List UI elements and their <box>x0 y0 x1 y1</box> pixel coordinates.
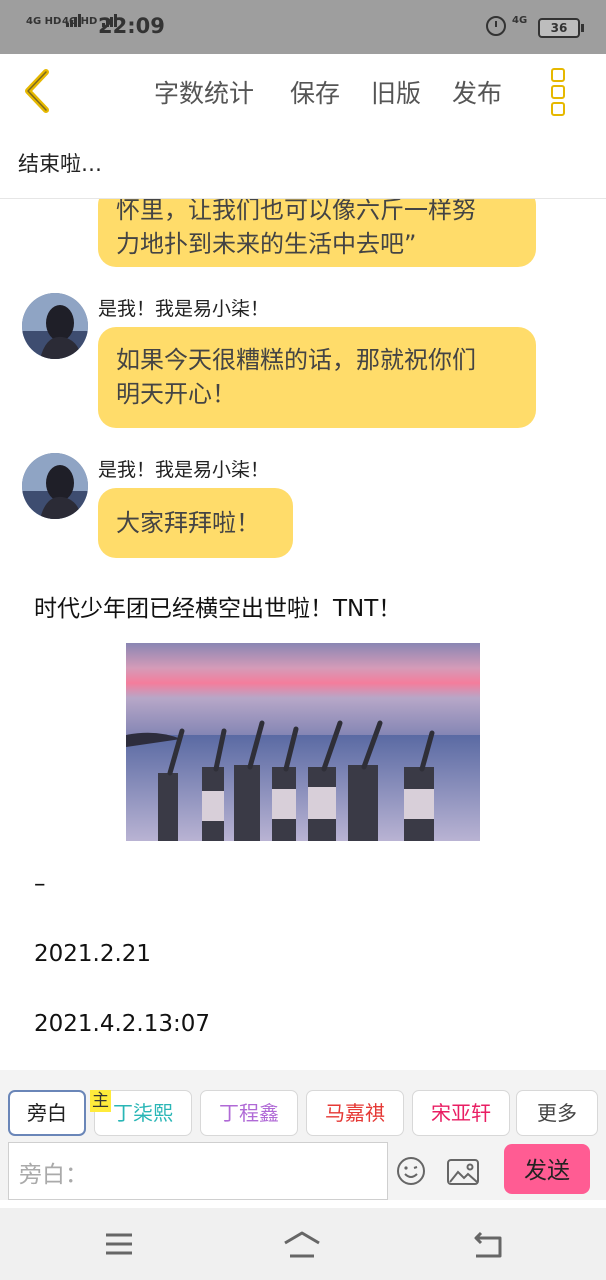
message-text: 大家拜拜啦！ <box>116 509 260 537</box>
role-chip[interactable]: 丁程鑫 <box>200 1090 298 1136</box>
message-text: 明天开心！ <box>116 380 236 408</box>
story-content[interactable]: 怀里，让我们也可以像六斤一样努 力地扑到未来的生活中去吧” 是我！我是易小柒！ … <box>0 199 606 1070</box>
role-label: 宋亚轩 <box>431 1101 491 1125</box>
menu-glyph <box>106 1233 132 1255</box>
message-text: 力地扑到未来的生活中去吧” <box>116 230 417 258</box>
message-bubble[interactable]: 大家拜拜啦！ <box>98 488 293 558</box>
message-bubble[interactable]: 如果今天很糟糕的话，那就祝你们 明天开心！ <box>98 327 536 428</box>
signal-label: 4G HD <box>62 16 98 27</box>
old-version-button[interactable]: 旧版 <box>371 74 421 110</box>
role-label: 丁柒熙 <box>113 1101 173 1125</box>
date-text: 2021.2.21 <box>34 941 152 967</box>
message-bubble[interactable]: 怀里，让我们也可以像六斤一样努 力地扑到未来的生活中去吧” <box>98 199 536 267</box>
group-photo-image <box>126 643 480 841</box>
more-menu-icon[interactable] <box>548 68 568 116</box>
back-nav-icon[interactable] <box>468 1230 508 1260</box>
avatar[interactable] <box>22 293 88 359</box>
timestamp-text: 2021.4.2.13:07 <box>34 1011 211 1037</box>
status-bar: 4G HD 4G HD 22:09 4G 36 <box>0 0 606 54</box>
speaker-name: 是我！我是易小柒！ <box>98 459 270 481</box>
back-glyph <box>474 1231 502 1258</box>
role-chip[interactable]: 马嘉祺 <box>306 1090 404 1136</box>
role-label: 马嘉祺 <box>325 1101 385 1125</box>
input-placeholder: 旁白： <box>19 1162 88 1188</box>
role-chip-narrator[interactable]: 旁白 <box>8 1090 86 1136</box>
main-role-badge: 主 <box>90 1090 111 1112</box>
more-roles-button[interactable]: 更多 <box>516 1090 598 1136</box>
alarm-icon <box>486 16 506 36</box>
avatar[interactable] <box>22 453 88 519</box>
group-photo[interactable] <box>126 643 480 841</box>
narration-text: 时代少年团已经横空出世啦！TNT！ <box>34 596 402 622</box>
signal-label: 4G HD <box>26 16 62 27</box>
dash-text: – <box>34 871 46 897</box>
system-nav-bar <box>0 1208 606 1280</box>
role-label: 旁白 <box>27 1101 67 1125</box>
chapter-title: 结束啦… <box>18 152 102 176</box>
editor-toolbar: 字数统计 保存 旧版 发布 <box>0 54 606 128</box>
battery-icon: 36 <box>538 18 584 38</box>
home-icon[interactable] <box>282 1230 322 1260</box>
speaker-name: 是我！我是易小柒！ <box>98 298 270 320</box>
network-type: 4G <box>512 15 528 26</box>
image-icon[interactable] <box>446 1158 480 1186</box>
chevron-left-icon <box>25 69 49 113</box>
battery-level: 36 <box>550 21 568 35</box>
emoji-glyph <box>397 1157 425 1185</box>
avatar-image <box>22 453 88 519</box>
image-glyph <box>447 1159 479 1185</box>
save-button[interactable]: 保存 <box>290 74 340 110</box>
role-selector-bar: 旁白 主 丁柒熙 丁程鑫 马嘉祺 宋亚轩 更多 旁白： 发送 <box>0 1070 606 1200</box>
role-chip[interactable]: 宋亚轩 <box>412 1090 510 1136</box>
chapter-title-row[interactable]: 结束啦… <box>0 128 606 199</box>
publish-button[interactable]: 发布 <box>452 74 502 110</box>
message-text: 怀里，让我们也可以像六斤一样努 <box>116 199 476 224</box>
menu-icon[interactable] <box>100 1230 140 1260</box>
word-count-button[interactable]: 字数统计 <box>154 74 254 110</box>
clock: 22:09 <box>98 14 165 38</box>
role-label: 丁程鑫 <box>219 1101 279 1125</box>
message-input[interactable]: 旁白： <box>8 1142 388 1200</box>
message-text: 如果今天很糟糕的话，那就祝你们 <box>116 346 476 374</box>
emoji-icon[interactable] <box>396 1156 426 1186</box>
role-label: 更多 <box>537 1101 577 1125</box>
send-button[interactable]: 发送 <box>504 1144 590 1194</box>
back-button[interactable] <box>18 68 58 114</box>
home-glyph <box>284 1231 320 1258</box>
avatar-image <box>22 293 88 359</box>
